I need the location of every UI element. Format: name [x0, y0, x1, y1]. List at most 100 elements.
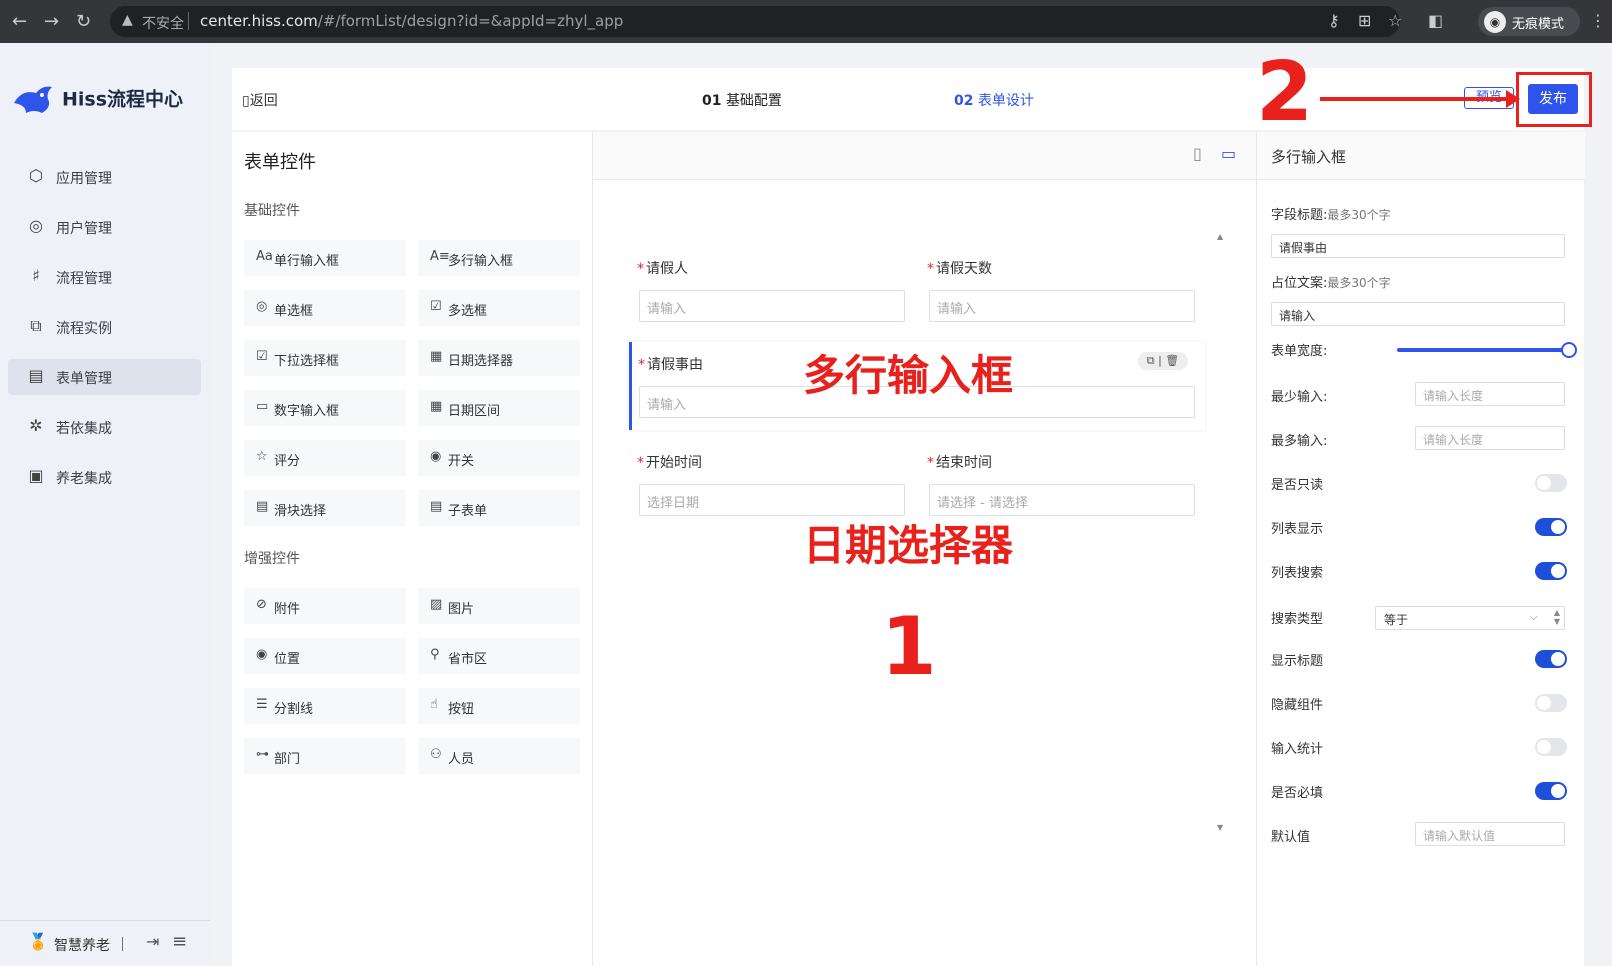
- control-location[interactable]: ◉ 位置: [244, 638, 406, 674]
- input-count-label: 输入统计: [1271, 742, 1324, 757]
- elderly-icon: ▣: [28, 466, 44, 485]
- required-toggle[interactable]: [1535, 782, 1567, 800]
- annotation-arrow: [1320, 90, 1520, 108]
- mobile-view-icon[interactable]: ▯: [1193, 144, 1202, 163]
- sidebar: Hiss流程中心 ⬡ 应用管理 ◎ 用户管理 ♯ 流程管理 ⧉ 流程实例 ▤ 表单管理 ✲…: [0, 43, 210, 966]
- control-switch[interactable]: ◉ 开关: [418, 440, 580, 476]
- sidebar-item-label: 用户管理: [56, 221, 112, 237]
- control-checkbox[interactable]: ☑ 多选框: [418, 290, 580, 326]
- delete-icon[interactable]: 🗑: [1165, 354, 1179, 367]
- incognito-badge[interactable]: ◉ 无痕模式: [1478, 7, 1580, 36]
- date-range-icon: ▦: [430, 399, 443, 414]
- list-search-toggle[interactable]: [1535, 562, 1567, 580]
- logo-text: Hiss流程中心: [62, 88, 184, 111]
- control-number-input[interactable]: ▭ 数字输入框: [244, 390, 406, 426]
- control-region[interactable]: ⚲ 省市区: [418, 638, 580, 674]
- copy-icon[interactable]: ⧉: [1147, 354, 1155, 367]
- min-input-label: 最少输入:: [1271, 390, 1328, 405]
- control-image[interactable]: ▨ 图片: [418, 588, 580, 624]
- control-slider[interactable]: ▤ 滑块选择: [244, 490, 406, 526]
- control-date-picker[interactable]: ▦ 日期选择器: [418, 340, 580, 376]
- sidebar-item-elderly-integration[interactable]: ▣ 养老集成: [8, 459, 201, 495]
- radio-icon: ◎: [256, 299, 268, 314]
- menu-icon[interactable]: ≡: [172, 931, 187, 952]
- sidebar-item-ruoyi-integration[interactable]: ✲ 若依集成: [8, 409, 201, 445]
- address-bar[interactable]: ▲ 不安全 center.hiss.com/#/formList/design?…: [110, 6, 1400, 37]
- url-text[interactable]: center.hiss.com/#/formList/design?id=&ap…: [200, 12, 623, 30]
- control-subform[interactable]: ▤ 子表单: [418, 490, 580, 526]
- forward-arrow-icon[interactable]: →: [44, 11, 59, 32]
- control-radio[interactable]: ◎ 单选框: [244, 290, 406, 326]
- image-icon: ▨: [430, 597, 443, 612]
- field-label-leave-reason: * 请假事由: [638, 357, 703, 373]
- bookmark-star-icon[interactable]: ☆: [1388, 11, 1402, 30]
- default-value-input[interactable]: 请输入默认值: [1415, 822, 1565, 846]
- sidebar-item-flow-instance[interactable]: ⧉ 流程实例: [8, 309, 201, 345]
- field-input-leave-days[interactable]: 请输入: [929, 290, 1195, 322]
- calendar-icon: ▦: [430, 349, 443, 364]
- control-divider[interactable]: ☰ 分割线: [244, 688, 406, 724]
- show-title-label: 显示标题: [1271, 654, 1324, 669]
- slider-handle[interactable]: [1561, 342, 1577, 358]
- scroll-down-icon[interactable]: ▼: [1217, 823, 1223, 832]
- logout-icon[interactable]: ⇥: [146, 932, 159, 951]
- canvas-scrollbar[interactable]: ▲ ▼: [1215, 232, 1227, 832]
- sidebar-item-app-management[interactable]: ⬡ 应用管理: [8, 159, 201, 195]
- placeholder-input[interactable]: 请输入: [1271, 302, 1565, 326]
- sidepanel-icon[interactable]: ◧: [1428, 11, 1443, 30]
- control-people[interactable]: ⚇ 人员: [418, 738, 580, 774]
- sidebar-item-user-management[interactable]: ◎ 用户管理: [8, 209, 201, 245]
- desktop-view-icon[interactable]: ▭: [1221, 144, 1236, 163]
- reload-icon[interactable]: ↻: [76, 11, 91, 32]
- slider-icon: ▤: [256, 499, 269, 514]
- annotation-datepicker-label: 日期选择器: [803, 521, 1014, 570]
- field-title-input[interactable]: 请假事由: [1271, 234, 1565, 258]
- max-length-input[interactable]: 请输入长度: [1415, 426, 1565, 450]
- control-department[interactable]: ⊶ 部门: [244, 738, 406, 774]
- annotation-textarea-label: 多行输入框: [803, 351, 1014, 400]
- app-logo[interactable]: Hiss流程中心: [12, 83, 183, 117]
- back-arrow-icon[interactable]: ←: [12, 11, 27, 32]
- sidebar-item-label: 流程管理: [56, 271, 112, 287]
- scroll-up-icon[interactable]: ▲: [1217, 232, 1223, 241]
- sidebar-item-label: 养老集成: [56, 471, 112, 487]
- step-form-design[interactable]: 02 表单设计: [954, 90, 1034, 110]
- field-input-applicant[interactable]: 请输入: [639, 290, 905, 322]
- min-length-input[interactable]: 请输入长度: [1415, 382, 1565, 406]
- footer-divider: [122, 937, 123, 951]
- browser-menu-icon[interactable]: ⋮: [1590, 11, 1606, 30]
- form-icon: ▤: [28, 366, 44, 385]
- control-select[interactable]: ☑ 下拉选择框: [244, 340, 406, 376]
- sidebar-item-flow-management[interactable]: ♯ 流程管理: [8, 259, 201, 295]
- basic-controls-title: 基础控件: [244, 203, 300, 219]
- translate-icon[interactable]: ⊞: [1358, 11, 1371, 30]
- sidebar-item-form-management[interactable]: ▤ 表单管理: [8, 359, 201, 395]
- control-multi-line-input[interactable]: A≡ 多行输入框: [418, 240, 580, 276]
- control-button[interactable]: ☝ 按钮: [418, 688, 580, 724]
- warning-icon: ▲: [122, 12, 133, 28]
- control-attachment[interactable]: ⊘ 附件: [244, 588, 406, 624]
- control-panel-title: 表单控件: [244, 152, 316, 173]
- subform-icon: ▤: [430, 499, 443, 514]
- hide-component-toggle[interactable]: [1535, 694, 1567, 712]
- key-icon[interactable]: ⚷: [1328, 11, 1340, 30]
- step-basic-config[interactable]: 01 基础配置: [702, 90, 782, 110]
- annotation-number-2: 2: [1256, 45, 1314, 140]
- control-date-range[interactable]: ▦ 日期区间: [418, 390, 580, 426]
- sidebar-item-label: 若依集成: [56, 421, 112, 437]
- form-width-slider[interactable]: [1397, 342, 1577, 358]
- field-label-end-time: * 结束时间: [927, 455, 992, 471]
- show-title-toggle[interactable]: [1535, 650, 1567, 668]
- control-single-line-input[interactable]: Aa 单行输入框: [244, 240, 406, 276]
- back-link[interactable]: ▯返回: [242, 90, 278, 110]
- list-show-toggle[interactable]: [1535, 518, 1567, 536]
- spinner-icon[interactable]: ▲ ▼: [1554, 608, 1560, 626]
- workspace-label[interactable]: 智慧养老: [54, 935, 110, 955]
- annotation-number-1: 1: [881, 600, 937, 693]
- text-icon: Aa: [256, 249, 273, 264]
- search-type-select[interactable]: 等于 ⌵ ▲ ▼: [1375, 606, 1565, 630]
- control-rating[interactable]: ☆ 评分: [244, 440, 406, 476]
- readonly-label: 是否只读: [1271, 478, 1324, 493]
- readonly-toggle[interactable]: [1535, 474, 1567, 492]
- input-count-toggle[interactable]: [1535, 738, 1567, 756]
